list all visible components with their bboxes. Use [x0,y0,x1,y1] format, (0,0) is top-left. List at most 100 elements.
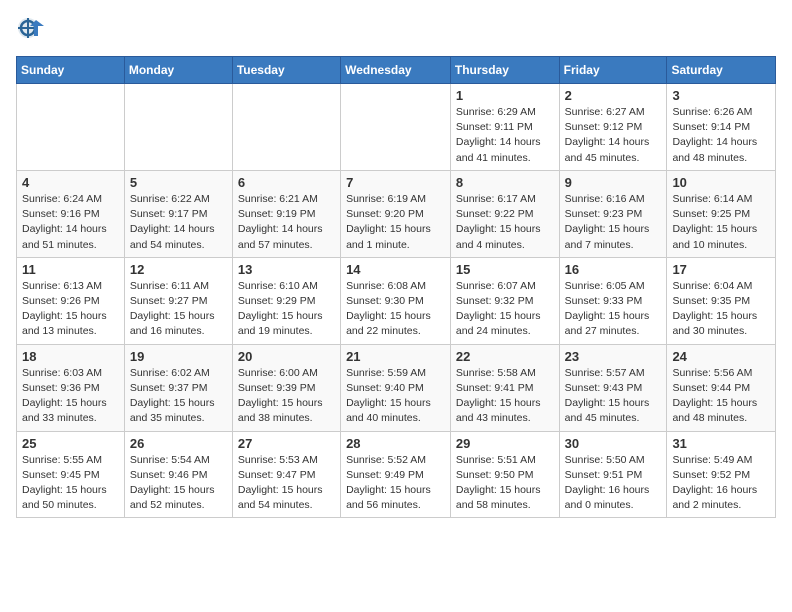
day-number: 13 [238,262,335,277]
day-detail: Sunrise: 6:04 AM Sunset: 9:35 PM Dayligh… [672,279,770,340]
calendar-cell: 18Sunrise: 6:03 AM Sunset: 9:36 PM Dayli… [17,344,125,431]
weekday-header: Saturday [667,57,776,84]
day-detail: Sunrise: 5:50 AM Sunset: 9:51 PM Dayligh… [565,453,662,514]
day-detail: Sunrise: 5:57 AM Sunset: 9:43 PM Dayligh… [565,366,662,427]
day-number: 20 [238,349,335,364]
day-number: 29 [456,436,554,451]
day-number: 11 [22,262,119,277]
calendar-cell: 27Sunrise: 5:53 AM Sunset: 9:47 PM Dayli… [232,431,340,518]
day-number: 24 [672,349,770,364]
day-detail: Sunrise: 6:26 AM Sunset: 9:14 PM Dayligh… [672,105,770,166]
weekday-header: Monday [124,57,232,84]
day-number: 17 [672,262,770,277]
calendar-cell: 26Sunrise: 5:54 AM Sunset: 9:46 PM Dayli… [124,431,232,518]
calendar-cell: 6Sunrise: 6:21 AM Sunset: 9:19 PM Daylig… [232,170,340,257]
calendar-cell: 19 Sunrise: 6:02 AM Sunset: 9:37 PM Dayli… [124,344,232,431]
weekday-header: Sunday [17,57,125,84]
day-number: 30 [565,436,662,451]
calendar-cell: 15 Sunrise: 6:07 AM Sunset: 9:32 PM Dayli… [450,257,559,344]
day-detail: Sunrise: 6:14 AM Sunset: 9:25 PM Dayligh… [672,192,770,253]
day-detail: Sunrise: 6:19 AM Sunset: 9:20 PM Dayligh… [346,192,445,253]
calendar-cell: 28 Sunrise: 5:52 AM Sunset: 9:49 PM Dayli… [341,431,451,518]
day-number: 10 [672,175,770,190]
day-detail: Sunrise: 6:13 AM Sunset: 9:26 PM Dayligh… [22,279,119,340]
weekday-header: Tuesday [232,57,340,84]
day-number: 25 [22,436,119,451]
logo-icon [16,16,44,44]
day-detail: Sunrise: 5:59 AM Sunset: 9:40 PM Dayligh… [346,366,445,427]
day-number: 2 [565,88,662,103]
calendar-cell: 9 Sunrise: 6:16 AM Sunset: 9:23 PM Daylig… [559,170,667,257]
day-detail: Sunrise: 6:16 AM Sunset: 9:23 PM Dayligh… [565,192,662,253]
calendar-cell: 23 Sunrise: 5:57 AM Sunset: 9:43 PM Dayli… [559,344,667,431]
day-number: 3 [672,88,770,103]
calendar-cell: 2 Sunrise: 6:27 AM Sunset: 9:12 PM Daylig… [559,84,667,171]
day-number: 9 [565,175,662,190]
day-number: 31 [672,436,770,451]
day-detail: Sunrise: 5:51 AM Sunset: 9:50 PM Dayligh… [456,453,554,514]
day-number: 23 [565,349,662,364]
day-number: 16 [565,262,662,277]
calendar-cell: 5 Sunrise: 6:22 AM Sunset: 9:17 PM Daylig… [124,170,232,257]
calendar-cell [124,84,232,171]
day-detail: Sunrise: 5:54 AM Sunset: 9:46 PM Dayligh… [130,453,227,514]
day-detail: Sunrise: 6:07 AM Sunset: 9:32 PM Dayligh… [456,279,554,340]
day-detail: Sunrise: 6:00 AM Sunset: 9:39 PM Dayligh… [238,366,335,427]
day-detail: Sunrise: 5:53 AM Sunset: 9:47 PM Dayligh… [238,453,335,514]
day-number: 4 [22,175,119,190]
calendar-cell: 22 Sunrise: 5:58 AM Sunset: 9:41 PM Dayli… [450,344,559,431]
calendar-week-row: 1 Sunrise: 6:29 AM Sunset: 9:11 PM Daylig… [17,84,776,171]
day-number: 15 [456,262,554,277]
day-number: 7 [346,175,445,190]
day-detail: Sunrise: 5:58 AM Sunset: 9:41 PM Dayligh… [456,366,554,427]
day-detail: Sunrise: 5:49 AM Sunset: 9:52 PM Dayligh… [672,453,770,514]
calendar-header-row: SundayMondayTuesdayWednesdayThursdayFrid… [17,57,776,84]
day-number: 22 [456,349,554,364]
calendar-cell: 10 Sunrise: 6:14 AM Sunset: 9:25 PM Dayli… [667,170,776,257]
day-number: 18 [22,349,119,364]
day-detail: Sunrise: 6:02 AM Sunset: 9:37 PM Dayligh… [130,366,227,427]
day-number: 12 [130,262,227,277]
day-number: 21 [346,349,445,364]
calendar-cell: 8 Sunrise: 6:17 AM Sunset: 9:22 PM Daylig… [450,170,559,257]
calendar-cell: 24 Sunrise: 5:56 AM Sunset: 9:44 PM Dayli… [667,344,776,431]
calendar-cell: 30 Sunrise: 5:50 AM Sunset: 9:51 PM Dayli… [559,431,667,518]
calendar-cell: 1 Sunrise: 6:29 AM Sunset: 9:11 PM Daylig… [450,84,559,171]
day-number: 5 [130,175,227,190]
day-detail: Sunrise: 6:29 AM Sunset: 9:11 PM Dayligh… [456,105,554,166]
calendar-cell: 12 Sunrise: 6:11 AM Sunset: 9:27 PM Dayli… [124,257,232,344]
calendar-cell: 4Sunrise: 6:24 AM Sunset: 9:16 PM Daylig… [17,170,125,257]
day-number: 8 [456,175,554,190]
calendar-week-row: 25 Sunrise: 5:55 AM Sunset: 9:45 PM Dayli… [17,431,776,518]
calendar-week-row: 18Sunrise: 6:03 AM Sunset: 9:36 PM Dayli… [17,344,776,431]
weekday-header: Wednesday [341,57,451,84]
weekday-header: Friday [559,57,667,84]
day-detail: Sunrise: 5:56 AM Sunset: 9:44 PM Dayligh… [672,366,770,427]
calendar-cell: 29 Sunrise: 5:51 AM Sunset: 9:50 PM Dayli… [450,431,559,518]
day-number: 1 [456,88,554,103]
day-detail: Sunrise: 5:52 AM Sunset: 9:49 PM Dayligh… [346,453,445,514]
calendar-cell: 14 Sunrise: 6:08 AM Sunset: 9:30 PM Dayli… [341,257,451,344]
day-detail: Sunrise: 6:17 AM Sunset: 9:22 PM Dayligh… [456,192,554,253]
day-detail: Sunrise: 6:10 AM Sunset: 9:29 PM Dayligh… [238,279,335,340]
calendar-cell: 3 Sunrise: 6:26 AM Sunset: 9:14 PM Daylig… [667,84,776,171]
day-number: 28 [346,436,445,451]
day-detail: Sunrise: 5:55 AM Sunset: 9:45 PM Dayligh… [22,453,119,514]
weekday-header: Thursday [450,57,559,84]
day-number: 14 [346,262,445,277]
calendar-cell: 25 Sunrise: 5:55 AM Sunset: 9:45 PM Dayli… [17,431,125,518]
day-number: 19 [130,349,227,364]
calendar-cell [17,84,125,171]
calendar-cell: 17 Sunrise: 6:04 AM Sunset: 9:35 PM Dayli… [667,257,776,344]
calendar-cell: 11 Sunrise: 6:13 AM Sunset: 9:26 PM Dayli… [17,257,125,344]
calendar-cell: 20 Sunrise: 6:00 AM Sunset: 9:39 PM Dayli… [232,344,340,431]
calendar-cell [341,84,451,171]
day-detail: Sunrise: 6:11 AM Sunset: 9:27 PM Dayligh… [130,279,227,340]
calendar-cell: 31 Sunrise: 5:49 AM Sunset: 9:52 PM Dayli… [667,431,776,518]
day-detail: Sunrise: 6:27 AM Sunset: 9:12 PM Dayligh… [565,105,662,166]
calendar-cell [232,84,340,171]
day-detail: Sunrise: 6:08 AM Sunset: 9:30 PM Dayligh… [346,279,445,340]
calendar-week-row: 11 Sunrise: 6:13 AM Sunset: 9:26 PM Dayli… [17,257,776,344]
day-detail: Sunrise: 6:22 AM Sunset: 9:17 PM Dayligh… [130,192,227,253]
calendar-cell: 13 Sunrise: 6:10 AM Sunset: 9:29 PM Dayli… [232,257,340,344]
